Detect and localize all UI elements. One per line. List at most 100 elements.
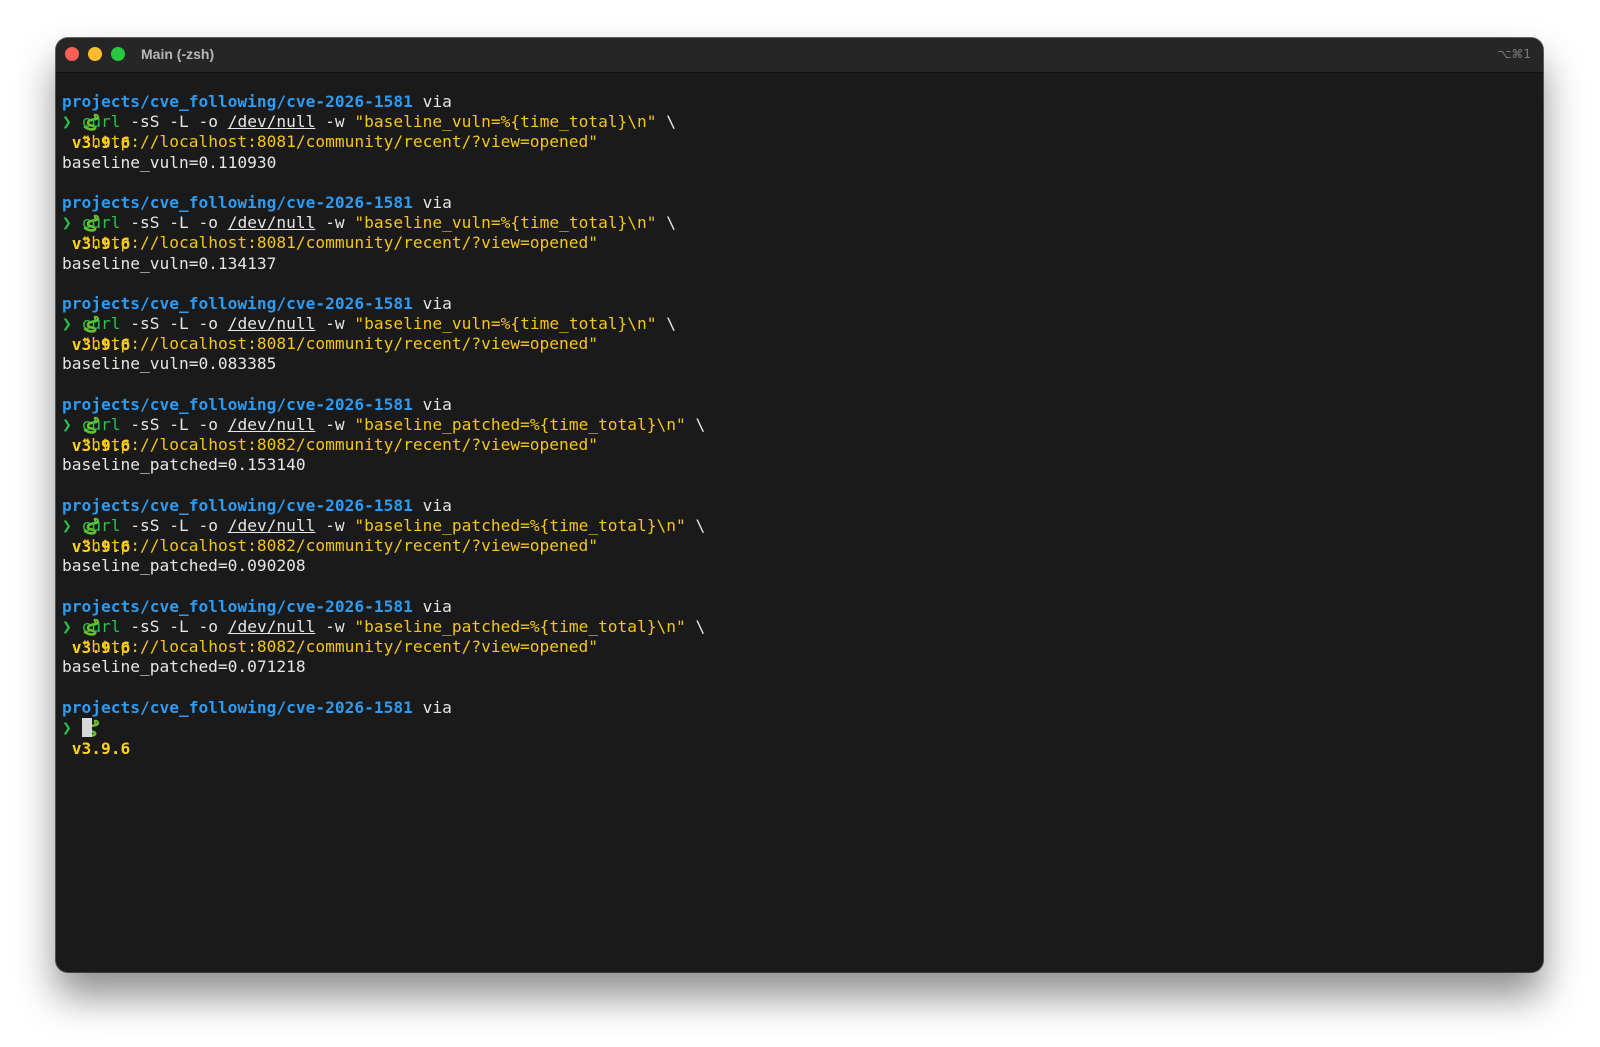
close-button[interactable] [65, 47, 79, 61]
devnull-path: /dev/null [227, 415, 316, 434]
output-line: baseline_patched=0.071218 [62, 657, 1537, 677]
command-output: baseline_patched=0.071218 [62, 657, 306, 677]
output-line: baseline_vuln=0.110930 [62, 153, 1537, 173]
url-line: "http://localhost:8082/community/recent/… [62, 435, 1537, 455]
prompt-line: projects/cve_following/cve-2026-1581 via… [62, 697, 1537, 758]
write-flag: -w [325, 213, 345, 233]
format-string: "baseline_patched=%{time_total}\n" [354, 616, 686, 636]
line-continuation: \ [666, 314, 677, 334]
python-version: v3.9.6 [71, 739, 131, 759]
url-line: "http://localhost:8082/community/recent/… [62, 637, 1537, 657]
request-url: "http://localhost:8082/community/recent/… [81, 536, 599, 556]
command-line: ❯ curl -sS -L -o /dev/null -w "baseline_… [62, 213, 1537, 233]
prompt-line: projects/cve_following/cve-2026-1581 via… [62, 92, 1537, 152]
line-continuation: \ [666, 213, 677, 233]
devnull-path: /dev/null [227, 515, 316, 535]
devnull-path: /dev/null [227, 616, 316, 636]
command-line: ❯ curl -sS -L -o /dev/null -w "baseline_… [62, 415, 1537, 435]
command-name: curl [81, 616, 121, 636]
write-flag: -w [325, 515, 345, 535]
prompt-line: projects/cve_following/cve-2026-1581 via… [62, 394, 1537, 455]
command-name: curl [81, 213, 121, 233]
command-output: baseline_patched=0.153140 [62, 455, 306, 475]
command-block: projects/cve_following/cve-2026-1581 via… [62, 92, 1537, 173]
output-line: baseline_patched=0.153140 [62, 455, 1537, 475]
url-line: "http://localhost:8081/community/recent/… [62, 334, 1537, 354]
request-url: "http://localhost:8081/community/recent/… [81, 233, 599, 253]
format-string: "baseline_patched=%{time_total}\n" [354, 415, 686, 434]
write-flag: -w [325, 415, 345, 434]
line-continuation: \ [695, 415, 706, 434]
prompt-via: via [422, 192, 452, 212]
terminal-window: Main (-zsh) ⌥⌘1 projects/cve_following/c… [56, 38, 1543, 972]
command-flags: -sS -L -o [130, 515, 218, 535]
prompt-via: via [422, 394, 452, 414]
input-line[interactable]: ❯ [62, 717, 1537, 738]
command-name: curl [81, 515, 121, 535]
command-flags: -sS -L -o [130, 314, 218, 334]
title-bar: Main (-zsh) ⌥⌘1 [56, 38, 1543, 73]
line-continuation: \ [695, 515, 706, 535]
write-flag: -w [325, 314, 345, 334]
output-line: baseline_vuln=0.083385 [62, 354, 1537, 374]
command-output: baseline_vuln=0.110930 [62, 152, 277, 172]
line-continuation: \ [695, 616, 706, 636]
devnull-path: /dev/null [227, 314, 316, 334]
prompt-line: projects/cve_following/cve-2026-1581 via… [62, 293, 1537, 354]
prompt-path: projects/cve_following/cve-2026-1581 [62, 192, 413, 212]
command-line: ❯ curl -sS -L -o /dev/null -w "baseline_… [62, 112, 1537, 132]
prompt-arrow: ❯ [62, 717, 72, 737]
url-line: "http://localhost:8081/community/recent/… [62, 132, 1537, 152]
command-name: curl [81, 314, 121, 334]
format-string: "baseline_vuln=%{time_total}\n" [354, 213, 657, 233]
command-output: baseline_vuln=0.083385 [62, 354, 277, 374]
output-line: baseline_vuln=0.134137 [62, 254, 1537, 274]
devnull-path: /dev/null [227, 112, 316, 132]
command-block: projects/cve_following/cve-2026-1581 via… [62, 597, 1537, 678]
command-output: baseline_patched=0.090208 [62, 556, 306, 576]
url-line: "http://localhost:8082/community/recent/… [62, 536, 1537, 556]
command-flags: -sS -L -o [130, 112, 218, 132]
write-flag: -w [325, 112, 345, 132]
request-url: "http://localhost:8082/community/recent/… [81, 435, 599, 455]
prompt-arrow: ❯ [62, 616, 72, 636]
request-url: "http://localhost:8082/community/recent/… [81, 637, 599, 657]
prompt-arrow: ❯ [62, 515, 72, 535]
prompt-line: projects/cve_following/cve-2026-1581 via… [62, 596, 1537, 657]
tab-shortcut: ⌥⌘1 [1497, 47, 1531, 61]
format-string: "baseline_vuln=%{time_total}\n" [354, 112, 657, 132]
prompt-path: projects/cve_following/cve-2026-1581 [62, 394, 413, 414]
line-continuation: \ [666, 112, 677, 132]
command-block: projects/cve_following/cve-2026-1581 via… [62, 395, 1537, 476]
terminal-output[interactable]: projects/cve_following/cve-2026-1581 via… [62, 92, 1537, 758]
devnull-path: /dev/null [227, 213, 316, 233]
format-string: "baseline_vuln=%{time_total}\n" [354, 314, 657, 334]
prompt-path: projects/cve_following/cve-2026-1581 [62, 293, 413, 313]
command-line: ❯ curl -sS -L -o /dev/null -w "baseline_… [62, 314, 1537, 334]
minimize-button[interactable] [88, 47, 102, 61]
prompt-arrow: ❯ [62, 314, 72, 334]
prompt-arrow: ❯ [62, 213, 72, 233]
maximize-button[interactable] [111, 47, 125, 61]
prompt-via: via [422, 92, 452, 111]
prompt-path: projects/cve_following/cve-2026-1581 [62, 92, 413, 111]
prompt-line: projects/cve_following/cve-2026-1581 via… [62, 495, 1537, 556]
url-line: "http://localhost:8081/community/recent/… [62, 233, 1537, 253]
request-url: "http://localhost:8081/community/recent/… [81, 334, 599, 354]
command-name: curl [81, 415, 121, 434]
prompt-via: via [422, 697, 452, 717]
text-cursor [81, 717, 92, 737]
window-title: Main (-zsh) [141, 46, 215, 62]
command-flags: -sS -L -o [130, 213, 218, 233]
command-flags: -sS -L -o [130, 415, 218, 434]
command-name: curl [81, 112, 121, 132]
prompt-path: projects/cve_following/cve-2026-1581 [62, 495, 413, 515]
prompt-line: projects/cve_following/cve-2026-1581 via… [62, 192, 1537, 253]
prompt-via: via [422, 596, 452, 616]
prompt-via: via [422, 495, 452, 515]
request-url: "http://localhost:8081/community/recent/… [81, 132, 599, 152]
command-output: baseline_vuln=0.134137 [62, 253, 277, 273]
prompt-via: via [422, 293, 452, 313]
prompt-path: projects/cve_following/cve-2026-1581 [62, 596, 413, 616]
write-flag: -w [325, 616, 345, 636]
